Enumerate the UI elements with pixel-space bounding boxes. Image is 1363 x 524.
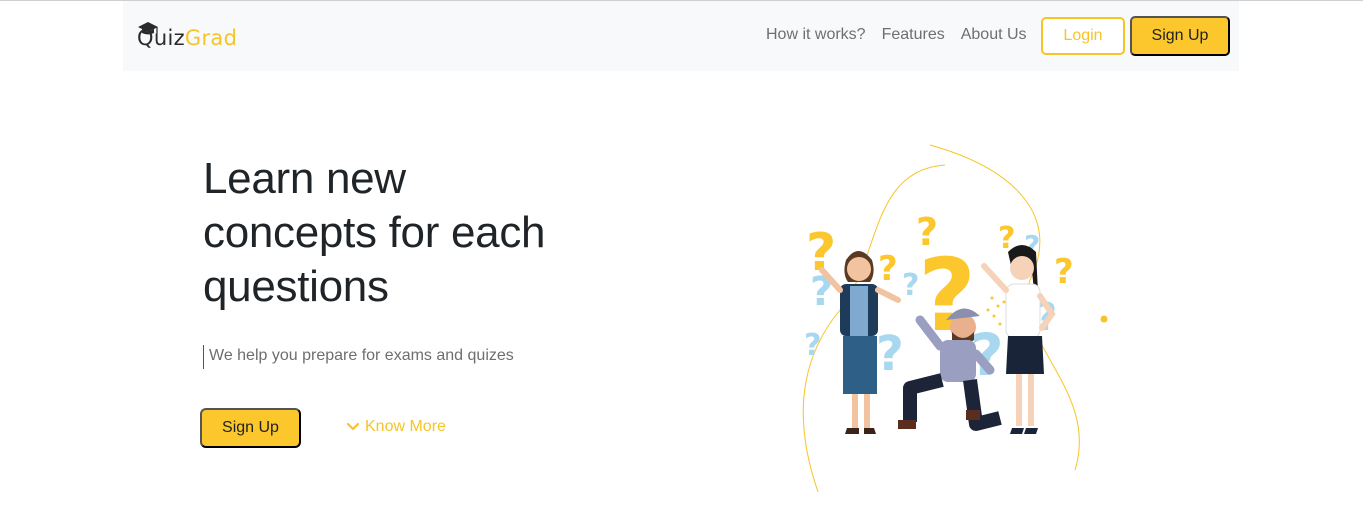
hero-subtitle: We help you prepare for exams and quizes bbox=[209, 347, 514, 364]
know-more-label: Know More bbox=[365, 418, 446, 435]
hero-title-line: concepts for each bbox=[203, 208, 546, 257]
svg-text:?: ? bbox=[902, 268, 919, 303]
people-with-question-marks-illustration: ? ? ? ? ? ? ? ? ? ? ? ? ? bbox=[802, 144, 1108, 493]
svg-text:?: ? bbox=[878, 249, 898, 289]
hero-title-line: questions bbox=[203, 262, 389, 311]
hero-title: Learn new concepts for each questions bbox=[203, 152, 623, 314]
graduation-cap-icon bbox=[138, 22, 158, 35]
chevron-down-icon bbox=[346, 422, 360, 431]
nav-link-about-us[interactable]: About Us bbox=[961, 25, 1027, 45]
svg-text:?: ? bbox=[876, 326, 904, 382]
nav-link-features[interactable]: Features bbox=[882, 25, 945, 45]
text-cursor bbox=[203, 345, 204, 369]
login-button[interactable]: Login bbox=[1041, 17, 1125, 55]
hero-signup-button[interactable]: Sign Up bbox=[200, 408, 301, 448]
nav-link-how-it-works[interactable]: How it works? bbox=[766, 25, 866, 45]
nav-links: How it works? Features About Us bbox=[766, 25, 1027, 45]
nav-signup-button[interactable]: Sign Up bbox=[1130, 16, 1230, 56]
brand-name-grad: Grad bbox=[184, 26, 238, 50]
svg-text:?: ? bbox=[804, 328, 821, 363]
svg-text:?: ? bbox=[1054, 252, 1074, 292]
know-more-link[interactable]: Know More bbox=[346, 416, 446, 438]
navbar: Quiz Grad How it works? Features About Us… bbox=[123, 1, 1239, 71]
brand-logo[interactable]: Quiz Grad bbox=[137, 21, 237, 55]
hero-title-line: Learn new bbox=[203, 154, 406, 203]
